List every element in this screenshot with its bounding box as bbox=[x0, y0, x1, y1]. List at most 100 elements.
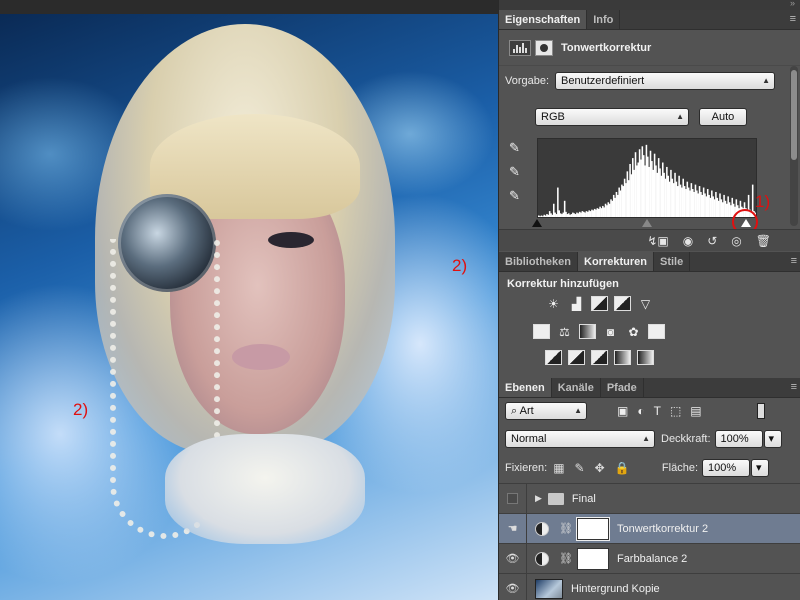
view-previous-state-icon[interactable]: ◉ bbox=[683, 234, 693, 248]
threshold-icon[interactable] bbox=[591, 350, 608, 365]
histogram-bar bbox=[638, 149, 641, 217]
fill-dropdown[interactable]: ▾ bbox=[751, 459, 769, 477]
document-canvas[interactable]: 2) 2) bbox=[0, 0, 498, 600]
curves-icon[interactable] bbox=[591, 296, 608, 311]
fill-input[interactable]: 100% bbox=[702, 459, 750, 477]
histogram-bar bbox=[589, 211, 592, 217]
photo-filter-icon[interactable]: ◙ bbox=[602, 324, 619, 339]
layer-name[interactable]: Hintergrund Kopie bbox=[571, 583, 660, 595]
adjustment-filter-icon[interactable]: ◐ bbox=[637, 404, 644, 418]
layer-name[interactable]: Tonwertkorrektur 2 bbox=[617, 523, 708, 535]
layer-name[interactable]: Farbbalance 2 bbox=[617, 553, 687, 565]
smart-object-filter-icon[interactable]: ▤ bbox=[690, 404, 701, 418]
tab-ebenen[interactable]: Ebenen bbox=[499, 378, 552, 397]
color-lookup-icon[interactable] bbox=[648, 324, 665, 339]
selective-color-icon[interactable] bbox=[614, 350, 631, 365]
gradient-triangle-icon[interactable]: ▽ bbox=[637, 296, 654, 311]
black-point-eyedropper-icon[interactable]: ✎ bbox=[509, 140, 529, 164]
histogram-bar bbox=[623, 178, 626, 217]
black-white-icon[interactable] bbox=[579, 324, 596, 339]
brightness-icon[interactable]: ☀ bbox=[545, 296, 562, 311]
scrollbar-thumb[interactable] bbox=[791, 70, 797, 160]
histogram-bar bbox=[629, 163, 631, 217]
levels-icon[interactable]: ▟ bbox=[568, 296, 585, 311]
histogram-bar bbox=[649, 150, 652, 217]
shape-filter-icon[interactable]: ⬚ bbox=[670, 404, 681, 418]
exposure-icon[interactable] bbox=[614, 296, 631, 311]
lock-image-icon[interactable]: ✎ bbox=[575, 461, 585, 475]
lock-transparent-icon[interactable]: ▦ bbox=[553, 461, 564, 475]
opacity-input[interactable]: 100% bbox=[714, 430, 763, 448]
posterize-icon[interactable] bbox=[568, 350, 585, 365]
input-level-slider[interactable] bbox=[532, 219, 757, 229]
visibility-toggle[interactable]: 👁 bbox=[499, 573, 527, 600]
type-filter-icon[interactable]: T bbox=[654, 404, 661, 418]
tab-eigenschaften[interactable]: Eigenschaften bbox=[499, 10, 588, 29]
tab-pfade[interactable]: Pfade bbox=[601, 378, 644, 397]
tab-bibliotheken[interactable]: Bibliotheken bbox=[499, 252, 579, 271]
properties-scrollbar[interactable] bbox=[790, 66, 798, 226]
vibrance-icon[interactable] bbox=[533, 324, 550, 339]
visibility-toggle[interactable]: ☚ bbox=[499, 513, 527, 544]
opacity-dropdown[interactable]: ▾ bbox=[763, 430, 782, 448]
lock-all-icon[interactable]: 🔒 bbox=[615, 461, 630, 475]
lock-position-icon[interactable]: ✥ bbox=[595, 461, 605, 475]
white-point-eyedropper-icon[interactable]: ✎ bbox=[509, 188, 529, 212]
pixel-filter-icon[interactable]: ▣ bbox=[617, 404, 628, 418]
histogram-bar bbox=[644, 165, 646, 217]
layer-mask-thumbnail[interactable] bbox=[575, 516, 610, 541]
visibility-eye-icon[interactable]: ◎ bbox=[731, 234, 741, 248]
panel-menu-icon[interactable]: ≡ bbox=[790, 13, 796, 25]
visibility-toggle[interactable] bbox=[499, 483, 527, 514]
preset-select[interactable]: Benutzerdefiniert ▲ bbox=[555, 72, 776, 90]
gray-point-slider-handle[interactable] bbox=[642, 219, 652, 227]
panel-menu-icon[interactable]: ≡ bbox=[791, 381, 797, 393]
layer-name[interactable]: Final bbox=[572, 493, 596, 505]
layer-filter-select[interactable]: ⌕ Art ▲ bbox=[505, 402, 587, 420]
eye-icon[interactable]: 👁 bbox=[506, 582, 520, 595]
collapse-icon[interactable]: » bbox=[790, 0, 795, 8]
add-adjustment-label: Korrektur hinzufügen bbox=[507, 278, 619, 290]
reset-icon[interactable]: ↺ bbox=[707, 234, 717, 248]
levels-adjustment-icon[interactable] bbox=[509, 39, 531, 56]
annotation-1: 1) bbox=[755, 192, 771, 211]
histogram-bar bbox=[693, 191, 695, 217]
disclosure-triangle-icon[interactable]: ▶ bbox=[535, 493, 542, 504]
layer-row-hintergrund-kopie[interactable]: 👁 Hintergrund Kopie bbox=[499, 573, 800, 600]
histogram-bar bbox=[574, 214, 577, 217]
histogram-bar bbox=[666, 166, 668, 217]
document-top-strip bbox=[0, 0, 498, 14]
layer-row-farbbalance-2[interactable]: 👁 ⛓ Farbbalance 2 bbox=[499, 543, 800, 574]
histogram-bar bbox=[642, 155, 645, 217]
tab-info[interactable]: Info bbox=[587, 10, 621, 29]
black-point-slider-handle[interactable] bbox=[532, 219, 542, 227]
panel-menu-icon[interactable]: ≡ bbox=[791, 255, 797, 267]
layer-thumbnail[interactable] bbox=[535, 578, 563, 599]
tab-kanaele[interactable]: Kanäle bbox=[552, 378, 601, 397]
folder-icon bbox=[547, 492, 564, 505]
hidden-visibility-box[interactable] bbox=[507, 493, 518, 504]
color-balance-icon[interactable]: ⚖ bbox=[556, 324, 573, 339]
histogram-bar bbox=[645, 144, 648, 217]
channel-mixer-icon[interactable]: ✿ bbox=[625, 324, 642, 339]
link-chain-icon[interactable]: ⛓ bbox=[559, 522, 573, 535]
histogram-bar bbox=[603, 207, 605, 217]
layer-filter-icons: ▣ ◐ T ⬚ ▤ bbox=[617, 404, 702, 418]
panel-collapse-bar[interactable]: » bbox=[499, 0, 800, 10]
visibility-toggle[interactable]: 👁 bbox=[499, 543, 527, 574]
trash-icon[interactable]: 🗑 bbox=[756, 234, 771, 248]
layer-mask-thumbnail[interactable] bbox=[576, 547, 609, 570]
gray-point-eyedropper-icon[interactable]: ✎ bbox=[509, 164, 529, 188]
tab-korrekturen[interactable]: Korrekturen bbox=[578, 252, 654, 271]
tab-stile[interactable]: Stile bbox=[654, 252, 691, 271]
filter-toggle-switch[interactable] bbox=[757, 403, 765, 419]
link-chain-icon[interactable]: ⛓ bbox=[559, 552, 573, 565]
invert-icon[interactable] bbox=[545, 350, 562, 365]
layer-mask-icon[interactable] bbox=[535, 39, 553, 56]
layer-row-tonwertkorrektur-2[interactable]: ☚ ⛓ Tonwertkorrektur 2 bbox=[499, 513, 800, 544]
blend-mode-select[interactable]: Normal ▲ bbox=[505, 430, 655, 448]
gradient-map-icon[interactable] bbox=[637, 350, 654, 365]
eye-icon[interactable]: 👁 bbox=[506, 552, 520, 565]
layer-row-final[interactable]: ▶ Final bbox=[499, 483, 800, 514]
clip-to-layer-icon[interactable]: ↯▣ bbox=[647, 234, 668, 248]
